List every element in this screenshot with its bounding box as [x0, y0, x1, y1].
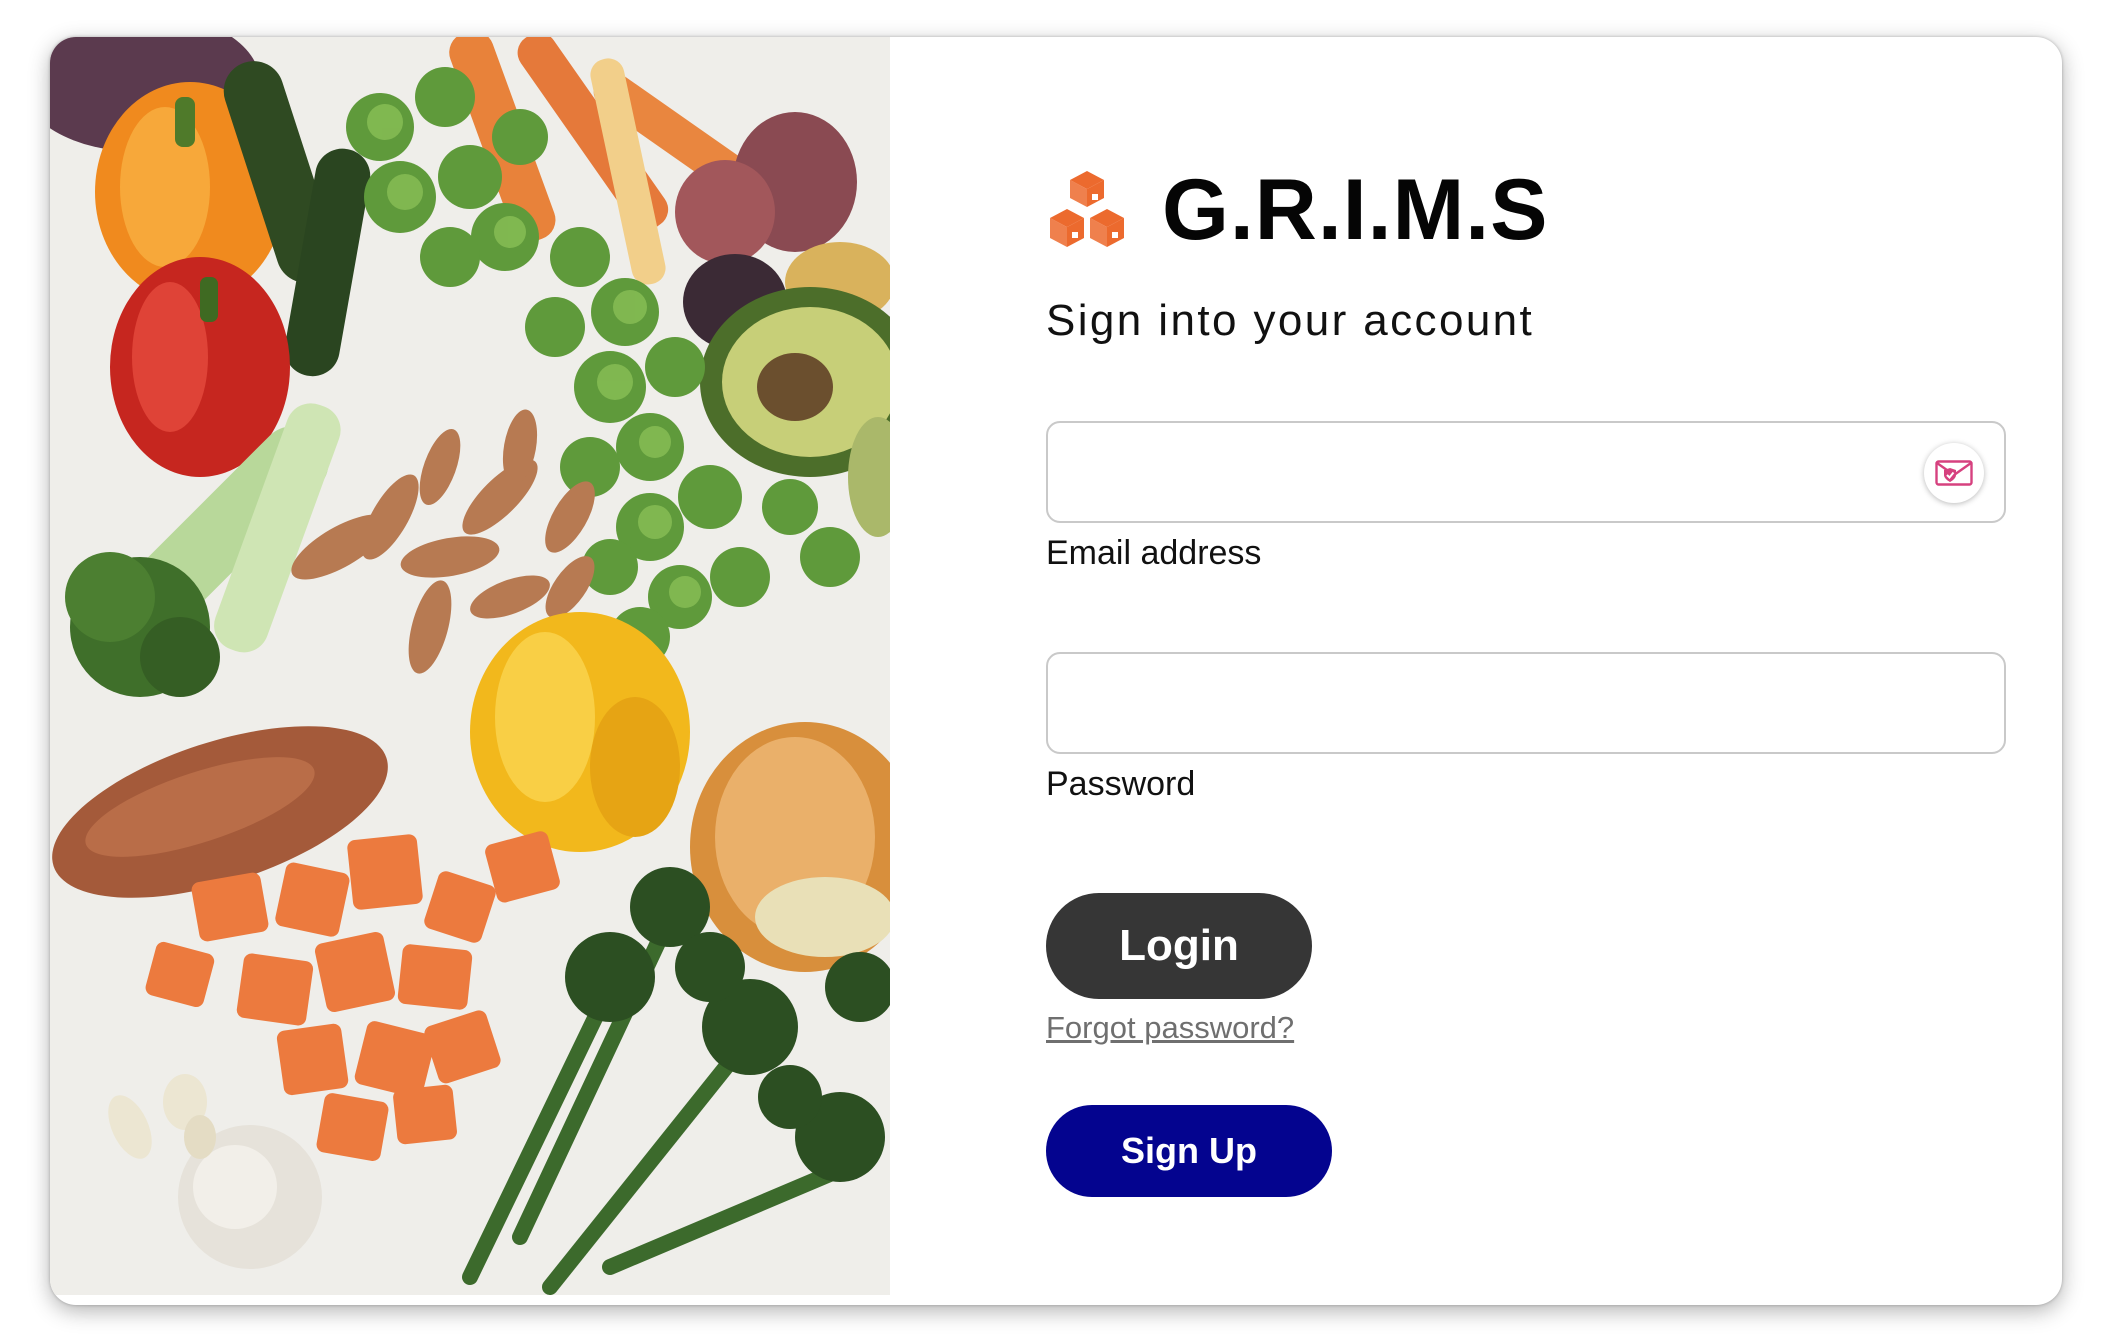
email-field-box[interactable]	[1046, 421, 2006, 523]
boxes-icon	[1050, 171, 1124, 247]
secure-mail-icon[interactable]	[1924, 443, 1984, 503]
page-subtitle: Sign into your account	[1046, 296, 1535, 345]
email-field[interactable]	[1048, 423, 2004, 521]
login-form-panel: G.R.I.M.S Sign into your account Email a…	[890, 37, 2062, 1305]
email-label: Email address	[1046, 534, 1262, 572]
password-field[interactable]	[1048, 654, 2004, 752]
brand-header: G.R.I.M.S	[1046, 155, 1548, 265]
login-button[interactable]: Login	[1046, 893, 1312, 999]
password-label: Password	[1046, 765, 1196, 803]
brand-name: G.R.I.M.S	[1162, 162, 1549, 258]
login-window: G.R.I.M.S Sign into your account Email a…	[50, 37, 2062, 1305]
vegetables-photo	[50, 37, 890, 1295]
sign-up-button[interactable]: Sign Up	[1046, 1105, 1332, 1197]
forgot-password-link[interactable]: Forgot password?	[1046, 1009, 1294, 1046]
password-field-box[interactable]	[1046, 652, 2006, 754]
